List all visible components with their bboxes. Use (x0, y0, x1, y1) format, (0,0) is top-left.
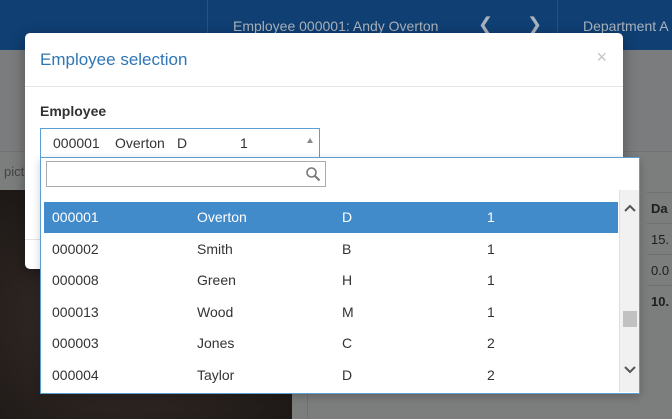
selected-level: 1 (240, 135, 248, 151)
employee-code: D (342, 209, 353, 225)
employee-code: B (342, 240, 352, 257)
employee-code: D (342, 367, 353, 383)
employee-name: Overton (197, 209, 247, 225)
table-cell: 10. (647, 285, 672, 316)
employee-code: C (342, 335, 353, 352)
employee-id: 000003 (52, 335, 99, 352)
details-table: Da 15. 0.0 10. (647, 192, 672, 316)
scrollbar-thumb[interactable] (623, 311, 637, 327)
dialog-header: Employee selection × (25, 33, 623, 87)
selected-id: 000001 (53, 135, 100, 151)
employee-id: 000002 (52, 240, 99, 257)
employee-select[interactable]: 000001 Overton D 1 (40, 128, 320, 158)
table-header: Da (647, 192, 672, 223)
scrollbar[interactable] (619, 190, 639, 392)
employee-name: Green (197, 272, 236, 289)
search-input[interactable] (51, 164, 301, 184)
employee-field-label: Employee (40, 103, 107, 119)
list-item[interactable]: 000002 Smith B 1 (44, 234, 618, 265)
employee-code: H (342, 272, 353, 289)
employee-name: Jones (197, 335, 235, 352)
list-item[interactable]: 000003 Jones C 2 (44, 328, 618, 359)
employee-code: M (342, 303, 354, 320)
search-field[interactable] (46, 161, 326, 187)
employee-level: 2 (487, 367, 495, 383)
chevron-right-icon[interactable]: ❯ (527, 14, 542, 35)
table-cell: 15. (647, 223, 672, 254)
table-cell: 0.0 (647, 254, 672, 285)
close-icon[interactable]: × (596, 47, 607, 67)
list-item[interactable]: 000001 Overton D 1 (44, 202, 618, 233)
employee-level: 1 (487, 240, 495, 257)
employee-level: 1 (487, 303, 495, 320)
search-icon (306, 167, 321, 182)
caret-up-icon[interactable] (307, 138, 313, 143)
employee-dropdown: 000001 Overton D 1 000002 Smith B 1 000008 Green H… (40, 157, 640, 394)
dialog-title: Employee selection (40, 50, 188, 69)
chevron-left-icon[interactable]: ❮ (478, 14, 493, 35)
selected-code: D (177, 135, 188, 151)
employee-name: Wood (197, 303, 234, 320)
chevron-down-icon[interactable] (623, 362, 637, 376)
employee-name: Taylor (197, 367, 235, 383)
selected-name: Overton (115, 135, 165, 151)
employee-id: 000001 (52, 209, 99, 225)
employee-name: Smith (197, 240, 233, 257)
list-item[interactable]: 000008 Green H 1 (44, 265, 618, 296)
employee-level: 1 (487, 209, 495, 225)
employee-list: 000001 Overton D 1 000002 Smith B 1 000008 Green H… (44, 202, 618, 392)
chevron-up-icon[interactable] (623, 202, 637, 216)
employee-id: 000004 (52, 367, 99, 383)
employee-level: 1 (487, 272, 495, 289)
employee-id: 000008 (52, 272, 99, 289)
list-item[interactable]: 000013 Wood M 1 (44, 297, 618, 328)
employee-level: 2 (487, 335, 495, 352)
employee-id: 000013 (52, 303, 99, 320)
list-item[interactable]: 000004 Taylor D 2 (44, 360, 618, 391)
